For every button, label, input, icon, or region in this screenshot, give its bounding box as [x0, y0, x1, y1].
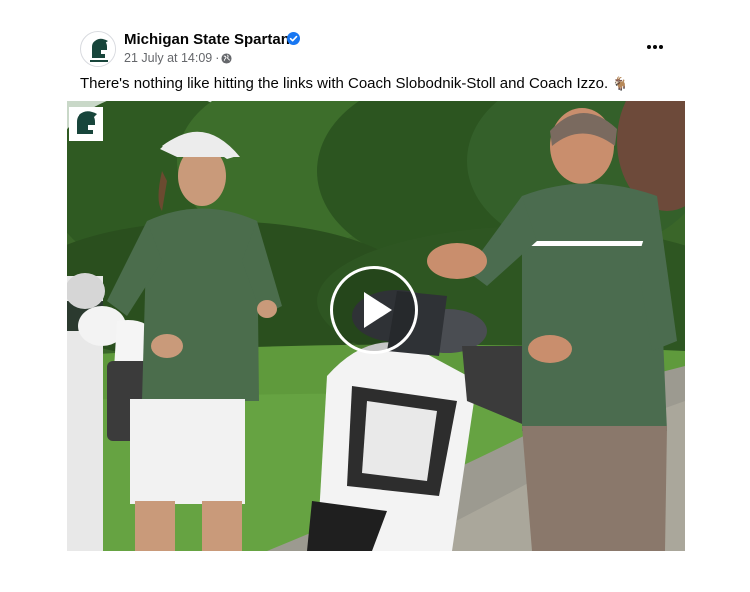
post-header: Michigan State Spartans 21 July at 14:09… — [80, 29, 680, 71]
post-meta: 21 July at 14:09 · — [124, 51, 222, 65]
spartan-helmet-icon — [77, 111, 97, 134]
spartan-helmet-icon — [82, 33, 115, 66]
goat-emoji: 🐐 — [612, 77, 629, 92]
meta-separator: · — [215, 51, 220, 65]
play-button[interactable] — [330, 266, 418, 354]
post-text: There's nothing like hitting the links w… — [80, 75, 628, 92]
author-name[interactable]: Michigan State Spartans — [124, 31, 298, 48]
more-options-button[interactable] — [643, 35, 667, 59]
watermark — [69, 107, 103, 141]
avatar[interactable] — [80, 31, 116, 67]
post-caption: There's nothing like hitting the links w… — [80, 75, 609, 92]
ellipsis-icon — [647, 45, 663, 49]
post-timestamp[interactable]: 21 July at 14:09 — [124, 51, 212, 65]
globe-icon[interactable] — [221, 53, 232, 64]
verified-badge-icon — [287, 32, 300, 45]
play-icon — [364, 292, 392, 328]
video-player[interactable] — [67, 101, 685, 551]
